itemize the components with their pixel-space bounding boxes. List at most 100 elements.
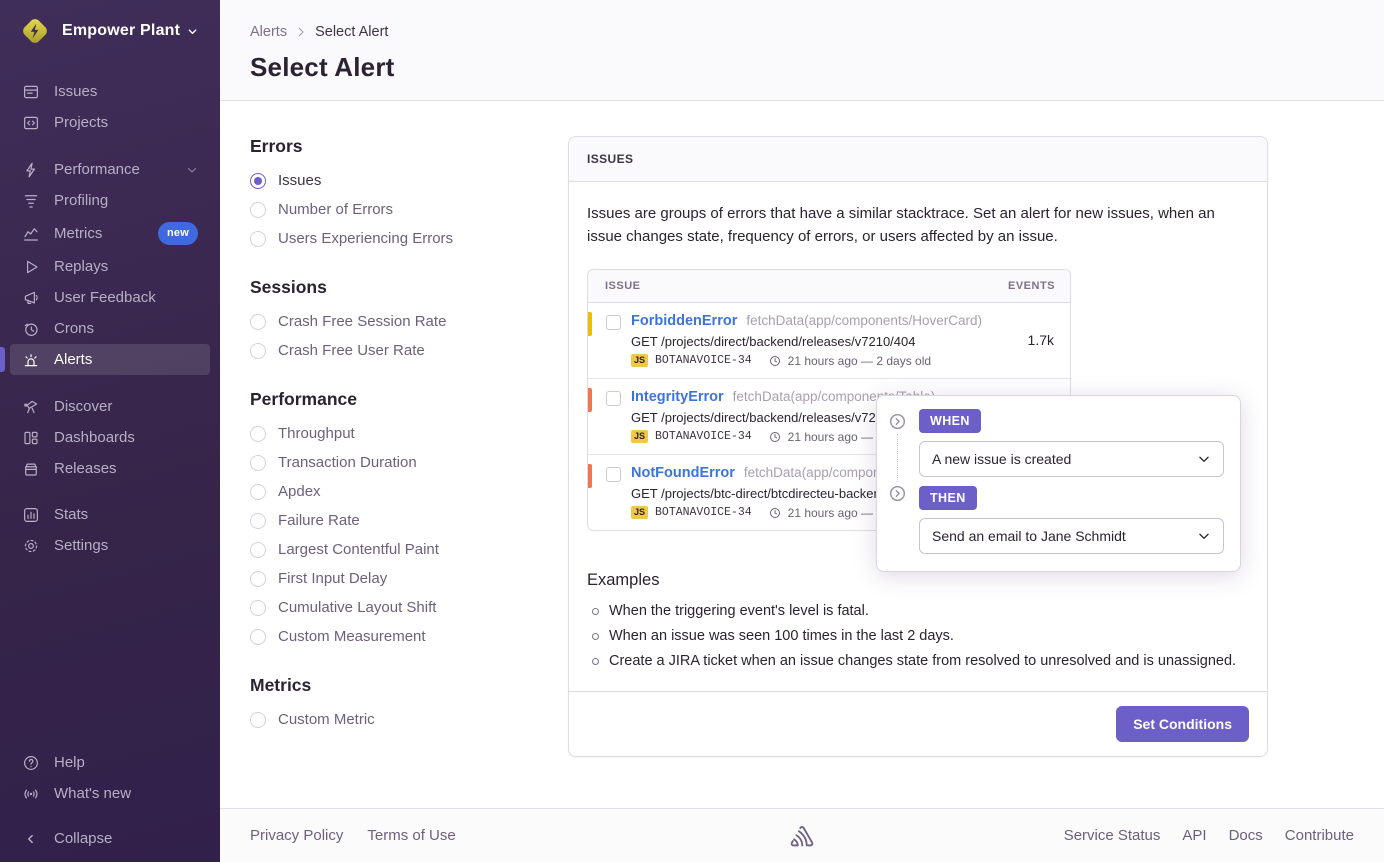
- sidebar-item-label: Performance: [54, 160, 172, 179]
- sidebar-item-label: Issues: [54, 82, 198, 101]
- radio-button[interactable]: [250, 542, 266, 558]
- when-select[interactable]: A new issue is created: [919, 441, 1224, 477]
- alert-option-cumulative-layout-shift[interactable]: Cumulative Layout Shift: [250, 599, 568, 616]
- sidebar-item-label: Collapse: [54, 829, 198, 848]
- alert-option-apdex[interactable]: Apdex: [250, 483, 568, 500]
- sidebar-item-whats-new[interactable]: What's new: [10, 778, 210, 809]
- radio-button[interactable]: [250, 600, 266, 616]
- then-badge: THEN: [919, 486, 977, 510]
- alert-option-transaction-duration[interactable]: Transaction Duration: [250, 454, 568, 471]
- privacy-policy-link[interactable]: Privacy Policy: [250, 827, 343, 844]
- option-group-sessions: Sessions Crash Free Session Rate Crash F…: [250, 277, 568, 359]
- radio-button[interactable]: [250, 426, 266, 442]
- sidebar-item-label: Replays: [54, 257, 198, 276]
- clock-icon: [769, 355, 781, 367]
- sidebar-item-label: What's new: [54, 784, 198, 803]
- alert-option-failure-rate[interactable]: Failure Rate: [250, 512, 568, 529]
- option-group-performance: Performance Throughput Transaction Durat…: [250, 389, 568, 645]
- chevron-down-icon: [187, 26, 198, 37]
- sidebar-item-label: User Feedback: [54, 288, 198, 307]
- sidebar-item-stats[interactable]: Stats: [10, 499, 210, 530]
- when-select-value: A new issue is created: [932, 451, 1071, 467]
- user-feedback-icon: [22, 289, 40, 307]
- alert-option-custom-metric[interactable]: Custom Metric: [250, 711, 568, 728]
- level-indicator: [588, 312, 592, 336]
- set-conditions-button[interactable]: Set Conditions: [1116, 706, 1249, 742]
- sidebar-item-projects[interactable]: Projects: [10, 107, 210, 138]
- metrics-icon: [22, 225, 40, 243]
- sidebar-collapse-button[interactable]: Collapse: [10, 823, 210, 854]
- sidebar-item-user-feedback[interactable]: User Feedback: [10, 282, 210, 313]
- issue-link[interactable]: ForbiddenError: [631, 313, 737, 329]
- radio-button[interactable]: [250, 629, 266, 645]
- terms-of-use-link[interactable]: Terms of Use: [367, 827, 455, 844]
- sidebar-item-crons[interactable]: Crons: [10, 313, 210, 344]
- when-badge: WHEN: [919, 409, 981, 433]
- radio-button[interactable]: [250, 712, 266, 728]
- settings-icon: [22, 537, 40, 555]
- whats-new-icon: [22, 785, 40, 803]
- radio-button[interactable]: [250, 173, 266, 189]
- help-icon: [22, 754, 40, 772]
- radio-button[interactable]: [250, 455, 266, 471]
- api-link[interactable]: API: [1182, 827, 1206, 844]
- alert-option-throughput[interactable]: Throughput: [250, 425, 568, 442]
- sidebar-item-replays[interactable]: Replays: [10, 251, 210, 282]
- option-group-heading: Sessions: [250, 277, 568, 298]
- alert-option-issues[interactable]: Issues: [250, 172, 568, 189]
- table-row: ForbiddenErrorfetchData(app/components/H…: [588, 303, 1070, 379]
- alert-option-crash-free-user-rate[interactable]: Crash Free User Rate: [250, 342, 568, 359]
- then-select-value: Send an email to Jane Schmidt: [932, 528, 1126, 544]
- sidebar-item-alerts[interactable]: Alerts: [10, 344, 210, 375]
- issue-checkbox[interactable]: [606, 391, 621, 406]
- examples-section: Examples When the triggering event's lev…: [587, 571, 1249, 669]
- docs-link[interactable]: Docs: [1229, 827, 1263, 844]
- radio-button[interactable]: [250, 513, 266, 529]
- alert-type-options: Errors Issues Number of Errors Users Exp…: [250, 136, 568, 808]
- contribute-link[interactable]: Contribute: [1285, 827, 1354, 844]
- sentry-logo[interactable]: [789, 823, 815, 849]
- alert-option-users-experiencing-errors[interactable]: Users Experiencing Errors: [250, 230, 568, 247]
- radio-button[interactable]: [250, 202, 266, 218]
- issue-checkbox[interactable]: [606, 315, 621, 330]
- panel-footer: Set Conditions: [569, 691, 1267, 756]
- page-header: Alerts Select Alert Select Alert: [220, 0, 1384, 101]
- radio-button[interactable]: [250, 484, 266, 500]
- alert-option-number-of-errors[interactable]: Number of Errors: [250, 201, 568, 218]
- breadcrumb-alerts-link[interactable]: Alerts: [250, 24, 287, 40]
- issue-link[interactable]: IntegrityError: [631, 389, 724, 405]
- service-status-link[interactable]: Service Status: [1064, 827, 1161, 844]
- radio-button[interactable]: [250, 314, 266, 330]
- sidebar-item-label: Stats: [54, 505, 198, 524]
- sidebar-item-profiling[interactable]: Profiling: [10, 185, 210, 216]
- sidebar-item-dashboards[interactable]: Dashboards: [10, 422, 210, 453]
- alert-option-largest-contentful-paint[interactable]: Largest Contentful Paint: [250, 541, 568, 558]
- radio-button[interactable]: [250, 231, 266, 247]
- alert-option-first-input-delay[interactable]: First Input Delay: [250, 570, 568, 587]
- radio-button[interactable]: [250, 571, 266, 587]
- issue-link[interactable]: NotFoundError: [631, 465, 735, 481]
- sidebar-item-releases[interactable]: Releases: [10, 453, 210, 484]
- issue-checkbox[interactable]: [606, 467, 621, 482]
- example-item: When an issue was seen 100 times in the …: [587, 628, 1249, 644]
- option-label: Number of Errors: [278, 201, 393, 218]
- option-label: Custom Measurement: [278, 628, 426, 645]
- alert-option-crash-free-session-rate[interactable]: Crash Free Session Rate: [250, 313, 568, 330]
- sidebar-item-performance[interactable]: Performance: [10, 154, 210, 185]
- sidebar-item-metrics[interactable]: Metrics new: [10, 216, 210, 251]
- sidebar-item-settings[interactable]: Settings: [10, 530, 210, 561]
- sidebar-item-help[interactable]: Help: [10, 747, 210, 778]
- sidebar-item-label: Settings: [54, 536, 198, 555]
- projects-icon: [22, 114, 40, 132]
- sidebar-item-issues[interactable]: Issues: [10, 76, 210, 107]
- sidebar-item-discover[interactable]: Discover: [10, 391, 210, 422]
- option-group-heading: Metrics: [250, 675, 568, 696]
- option-label: Cumulative Layout Shift: [278, 599, 436, 616]
- option-group-heading: Errors: [250, 136, 568, 157]
- radio-button[interactable]: [250, 343, 266, 359]
- chevron-circle-icon: [888, 484, 907, 503]
- then-select[interactable]: Send an email to Jane Schmidt: [919, 518, 1224, 554]
- alert-option-custom-measurement[interactable]: Custom Measurement: [250, 628, 568, 645]
- sidebar-nav: Issues Projects Performance Profiling Me…: [0, 60, 220, 561]
- org-switcher[interactable]: Empower Plant: [0, 0, 220, 60]
